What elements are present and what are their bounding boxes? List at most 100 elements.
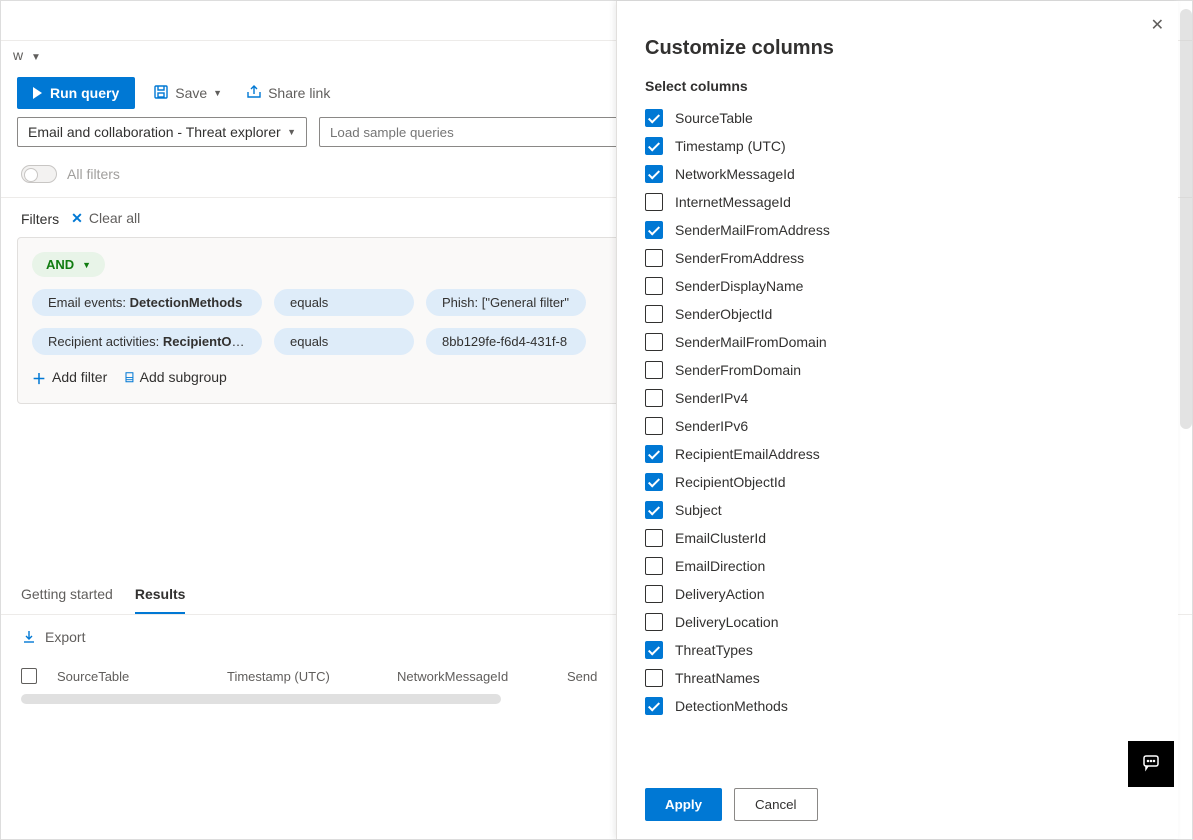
tab-getting-started[interactable]: Getting started <box>21 574 113 614</box>
close-icon: ✕ <box>71 210 83 227</box>
column-checkbox[interactable] <box>645 193 663 211</box>
column-header[interactable]: NetworkMessageId <box>397 669 547 684</box>
cancel-button[interactable]: Cancel <box>734 788 818 821</box>
column-option: NetworkMessageId <box>645 160 1150 188</box>
column-option: RecipientObjectId <box>645 468 1150 496</box>
column-label: ThreatNames <box>675 670 760 686</box>
scope-label: Email and collaboration - Threat explore… <box>28 124 281 140</box>
filter-operator-chip[interactable]: equals <box>274 328 414 355</box>
column-option: SenderFromAddress <box>645 244 1150 272</box>
column-header[interactable]: SourceTable <box>57 669 207 684</box>
column-label: DeliveryAction <box>675 586 764 602</box>
column-checkbox[interactable] <box>645 361 663 379</box>
apply-button[interactable]: Apply <box>645 788 722 821</box>
chevron-down-icon: ▼ <box>287 127 296 137</box>
chevron-down-icon: ▼ <box>82 260 91 270</box>
column-checkbox[interactable] <box>645 417 663 435</box>
column-checkbox[interactable] <box>645 221 663 239</box>
chat-button[interactable] <box>1128 741 1174 787</box>
column-label: SenderObjectId <box>675 306 772 322</box>
run-query-label: Run query <box>50 85 119 101</box>
column-checkbox[interactable] <box>645 333 663 351</box>
column-option: SenderIPv6 <box>645 412 1150 440</box>
share-icon <box>246 84 262 103</box>
select-all-checkbox[interactable] <box>21 668 37 684</box>
column-checkbox[interactable] <box>645 137 663 155</box>
clear-all-label: Clear all <box>89 210 140 227</box>
all-filters-toggle[interactable] <box>21 165 57 183</box>
download-icon <box>21 629 37 648</box>
logic-operator-badge[interactable]: AND ▼ <box>32 252 105 277</box>
add-filter-button[interactable]: ＋ Add filter <box>32 369 107 389</box>
column-label: DetectionMethods <box>675 698 788 714</box>
column-option: DeliveryLocation <box>645 608 1150 636</box>
column-option: SenderMailFromDomain <box>645 328 1150 356</box>
column-checkbox[interactable] <box>645 277 663 295</box>
filters-title: Filters <box>21 211 59 227</box>
save-button[interactable]: Save ▼ <box>147 80 228 107</box>
column-header[interactable]: Timestamp (UTC) <box>227 669 377 684</box>
subgroup-icon: ⌸ <box>125 369 133 389</box>
column-checkbox[interactable] <box>645 445 663 463</box>
filter-field-chip[interactable]: Recipient activities: RecipientObj... <box>32 328 262 355</box>
column-checkbox[interactable] <box>645 165 663 183</box>
clear-all-button[interactable]: ✕ Clear all <box>71 210 140 227</box>
column-label: SourceTable <box>675 110 753 126</box>
export-label: Export <box>45 629 85 648</box>
panel-footer: Apply Cancel <box>617 776 1178 839</box>
column-option: SenderDisplayName <box>645 272 1150 300</box>
column-checkbox[interactable] <box>645 613 663 631</box>
column-checkbox[interactable] <box>645 641 663 659</box>
column-option: RecipientEmailAddress <box>645 440 1150 468</box>
column-label: SenderIPv4 <box>675 390 748 406</box>
column-label: SenderMailFromAddress <box>675 222 830 238</box>
scope-select[interactable]: Email and collaboration - Threat explore… <box>17 117 307 147</box>
column-option: EmailDirection <box>645 552 1150 580</box>
column-label: Subject <box>675 502 722 518</box>
play-icon <box>33 87 42 99</box>
filter-field-chip[interactable]: Email events: DetectionMethods <box>32 289 262 316</box>
add-subgroup-label: Add subgroup <box>140 369 227 389</box>
column-option: ThreatTypes <box>645 636 1150 664</box>
horizontal-scrollbar[interactable] <box>21 694 501 704</box>
column-checkbox[interactable] <box>645 109 663 127</box>
column-option: SenderMailFromAddress <box>645 216 1150 244</box>
column-checkbox[interactable] <box>645 389 663 407</box>
logic-label: AND <box>46 257 74 272</box>
all-filters-label: All filters <box>67 166 120 182</box>
column-label: SenderFromAddress <box>675 250 804 266</box>
customize-columns-panel: ✕ Customize columns Select columns Sourc… <box>616 1 1178 839</box>
column-checkbox[interactable] <box>645 473 663 491</box>
column-checkbox[interactable] <box>645 305 663 323</box>
export-button[interactable]: Export <box>21 629 85 648</box>
add-filter-label: Add filter <box>52 369 107 389</box>
panel-subtitle: Select columns <box>645 78 1150 94</box>
column-option: Timestamp (UTC) <box>645 132 1150 160</box>
column-option: SenderIPv4 <box>645 384 1150 412</box>
column-option: ThreatNames <box>645 664 1150 692</box>
tab-results[interactable]: Results <box>135 574 186 614</box>
column-option: SourceTable <box>645 104 1150 132</box>
chevron-down-icon: ▼ <box>31 52 41 63</box>
column-label: ThreatTypes <box>675 642 753 658</box>
column-checkbox[interactable] <box>645 249 663 267</box>
column-label: EmailClusterId <box>675 530 766 546</box>
filter-value-chip[interactable]: Phish: ["General filter" <box>426 289 586 316</box>
column-checkbox[interactable] <box>645 529 663 547</box>
filter-value-chip[interactable]: 8bb129fe-f6d4-431f-8 <box>426 328 586 355</box>
panel-title: Customize columns <box>645 37 1150 60</box>
filter-operator-chip[interactable]: equals <box>274 289 414 316</box>
close-panel-button[interactable]: ✕ <box>1151 15 1164 35</box>
column-label: DeliveryLocation <box>675 614 779 630</box>
column-checkbox[interactable] <box>645 697 663 715</box>
column-checkbox[interactable] <box>645 585 663 603</box>
run-query-button[interactable]: Run query <box>17 77 135 109</box>
column-checkbox[interactable] <box>645 501 663 519</box>
vertical-scrollbar[interactable] <box>1180 9 1192 429</box>
column-option: Subject <box>645 496 1150 524</box>
column-checkbox[interactable] <box>645 557 663 575</box>
share-link-button[interactable]: Share link <box>240 80 336 107</box>
add-subgroup-button[interactable]: ⌸ Add subgroup <box>125 369 227 389</box>
save-label: Save <box>175 85 207 101</box>
column-checkbox[interactable] <box>645 669 663 687</box>
